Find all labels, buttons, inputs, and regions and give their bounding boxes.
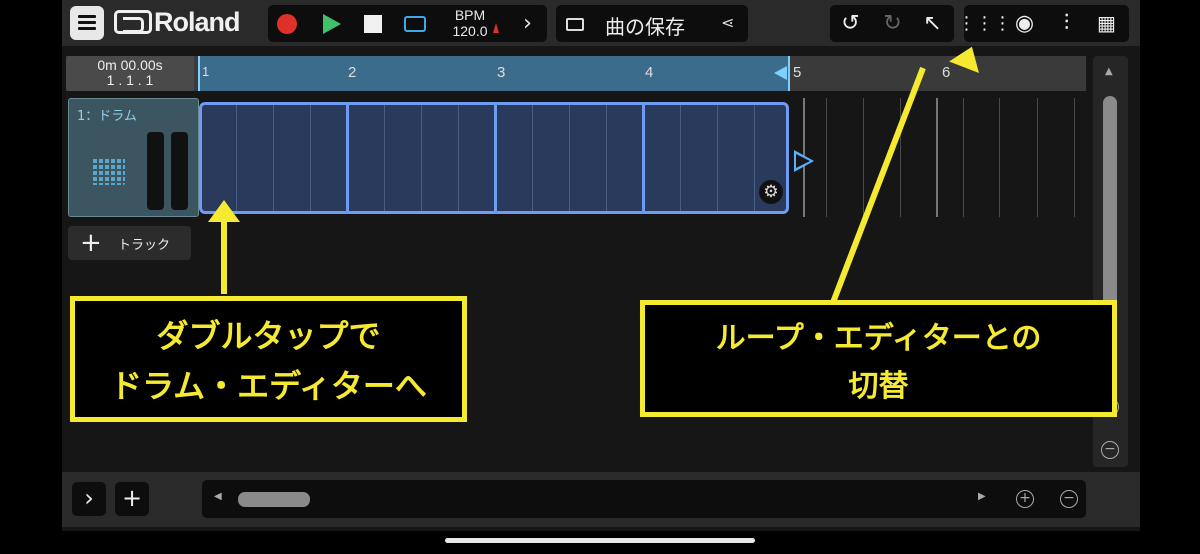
timeline-ruler[interactable]: 0m 00.00s 1 . 1 . 1 1 2 3 4 5 6 — [66, 56, 1086, 91]
clip-segment-divider — [494, 102, 497, 214]
home-indicator — [445, 538, 755, 543]
stop-icon — [363, 14, 382, 33]
loop-end-marker[interactable] — [788, 56, 790, 91]
drum-editor-callout: ダブルタップで ドラム・エディターへ — [70, 296, 467, 422]
grid-line — [863, 98, 864, 217]
grid-line — [1037, 98, 1038, 217]
play-icon — [322, 13, 341, 34]
bar-number: 4 — [645, 64, 654, 81]
time-display: 0m 00.00s 1 . 1 . 1 — [66, 56, 194, 91]
scroll-left-icon[interactable]: ◀ — [214, 491, 222, 502]
grid-line — [421, 105, 422, 211]
callout-line: ダブルタップで — [156, 317, 381, 355]
grid-line — [826, 98, 827, 217]
grid-line — [273, 105, 274, 211]
menu-button[interactable] — [70, 6, 104, 40]
add-track-button[interactable]: + トラック — [68, 226, 191, 260]
scroll-right-icon[interactable]: ▶ — [978, 491, 986, 502]
grid-line — [606, 105, 607, 211]
grid-line — [936, 98, 938, 217]
bpm-value: 120.0 — [452, 23, 488, 39]
grid-line — [569, 105, 570, 211]
stop-button[interactable] — [354, 5, 391, 42]
grid-line — [963, 98, 964, 217]
bar-number: 1 — [202, 64, 210, 79]
zoom-out-icon[interactable]: − — [1101, 441, 1119, 459]
toolbar: Roland BPM 120.0 › 曲の保存 ⋖ ↺ ↻ ↖ ⋮⋮⋮ ◉ ⫶ … — [62, 0, 1140, 46]
zoom-in-icon[interactable]: + — [1016, 490, 1034, 508]
track-header[interactable]: 1：ドラム — [68, 98, 199, 217]
roland-r-icon — [114, 10, 152, 34]
pointer-tool-icon[interactable]: ↖ — [914, 5, 951, 42]
grid-line — [754, 105, 755, 211]
bar-number: 3 — [497, 64, 506, 81]
record-button[interactable] — [268, 5, 305, 42]
undo-icon[interactable]: ↺ — [832, 5, 869, 42]
redo-icon[interactable]: ↻ — [874, 5, 911, 42]
grid-line — [236, 105, 237, 211]
song-end-marker-icon[interactable] — [794, 150, 814, 172]
bar-number: 5 — [793, 64, 802, 81]
bpm-label: BPM — [454, 7, 486, 23]
bar-number: 2 — [348, 64, 357, 81]
clip-segment-divider — [642, 102, 645, 214]
plus-icon: + — [80, 228, 102, 258]
view-group: ⋮⋮⋮ ◉ ⫶ ▦ — [958, 5, 1129, 42]
brand-logo: Roland — [114, 7, 240, 38]
folder-icon — [566, 18, 584, 31]
track-name: 1：ドラム — [77, 109, 137, 124]
clip-segment-divider — [346, 102, 349, 214]
grid-line — [310, 105, 311, 211]
grid-line — [999, 98, 1000, 217]
play-button[interactable] — [311, 5, 348, 42]
save-song-label: 曲の保存 — [605, 15, 685, 39]
grid-line — [532, 105, 533, 211]
horizontal-scroll-thumb[interactable] — [238, 492, 310, 507]
add-track-label: トラック — [118, 238, 171, 253]
position-readout: 1 . 1 . 1 — [106, 72, 154, 88]
add-button[interactable]: + — [115, 482, 149, 516]
loop-editor-grid-icon[interactable]: ⋮⋮⋮ — [958, 5, 1012, 42]
edit-group: ↺ ↻ ↖ — [830, 5, 954, 42]
bar-number: 6 — [942, 64, 951, 81]
loop-start-marker[interactable] — [198, 56, 200, 91]
transport-more-button[interactable]: › — [509, 5, 546, 42]
loop-end-arrow-icon — [774, 66, 787, 80]
loop-region[interactable] — [198, 56, 788, 91]
horizontal-scrollbar[interactable]: ◀ ▶ + − — [202, 480, 1086, 518]
view-eye-icon[interactable]: ◉ — [1006, 5, 1043, 42]
callout-line: ドラム・エディターへ — [110, 367, 427, 405]
annotation-arrow-shaft — [221, 222, 227, 294]
transport-group: BPM 120.0 › — [268, 5, 547, 42]
bottom-bar: › + ◀ ▶ + − — [62, 472, 1140, 527]
drum-pad-icon — [91, 157, 125, 185]
grid-line — [717, 105, 718, 211]
grid-line — [384, 105, 385, 211]
loop-button[interactable] — [396, 5, 433, 42]
zoom-out-icon[interactable]: − — [1060, 490, 1078, 508]
drum-pattern-clip[interactable]: ⚙ — [199, 102, 789, 214]
callout-line: ループ・エディターとの — [715, 321, 1042, 356]
scroll-up-icon[interactable]: ▲ — [1105, 66, 1113, 77]
grid-line — [680, 105, 681, 211]
level-meter-right — [171, 132, 188, 210]
song-save-group[interactable]: 曲の保存 ⋖ — [556, 5, 748, 42]
loop-editor-callout: ループ・エディターとの 切替 — [640, 300, 1117, 417]
annotation-arrow-icon — [208, 200, 240, 222]
level-meter-left — [147, 132, 164, 210]
keyboard-icon[interactable]: ▦ — [1088, 5, 1125, 42]
share-icon[interactable]: ⋖ — [721, 13, 734, 32]
loop-icon — [403, 15, 426, 32]
track-lane[interactable]: ⚙ — [199, 98, 1086, 217]
callout-line: 切替 — [848, 369, 909, 404]
expand-panel-button[interactable]: › — [72, 482, 106, 516]
clip-settings-gear-icon[interactable]: ⚙ — [759, 180, 783, 204]
grid-line — [458, 105, 459, 211]
record-icon — [276, 13, 297, 34]
mixer-icon[interactable]: ⫶ — [1048, 5, 1085, 42]
grid-line — [1074, 98, 1075, 217]
time-readout: 0m 00.00s — [97, 57, 163, 73]
bpm-display[interactable]: BPM 120.0 — [440, 7, 500, 39]
